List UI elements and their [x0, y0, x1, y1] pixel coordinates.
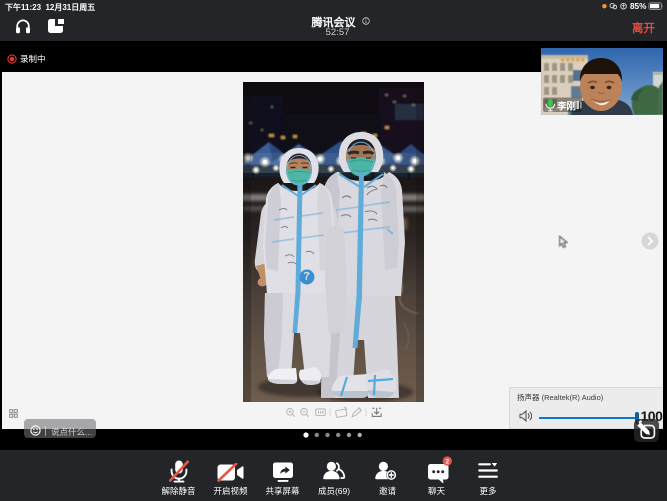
svg-text:85%: 85% [630, 2, 647, 11]
svg-text:李刚: 李刚 [556, 101, 576, 113]
svg-text:2: 2 [445, 458, 449, 465]
